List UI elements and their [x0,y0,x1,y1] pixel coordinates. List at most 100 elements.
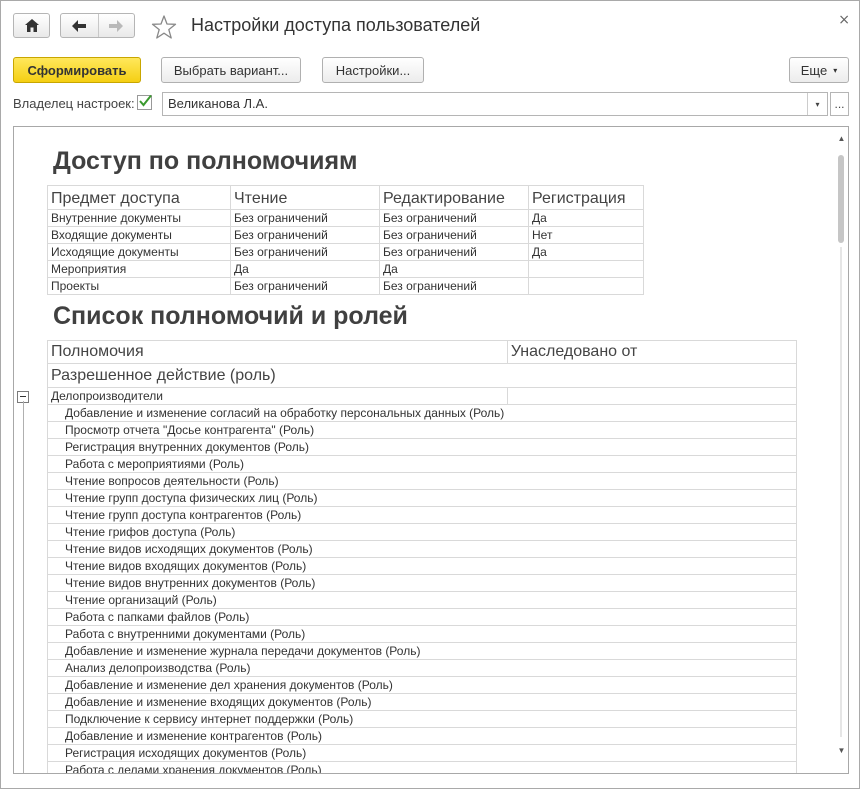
role-inherited [507,404,797,422]
table-row[interactable]: Проекты Без ограничений Без ограничений [47,277,644,295]
table-row[interactable]: Добавление и изменение дел хранения доку… [47,676,797,694]
title-bar: Настройки доступа пользователей × [1,1,859,51]
table-row[interactable]: Чтение организаций (Роль) [47,591,797,609]
table-cell: Без ограничений [230,209,380,227]
close-button[interactable]: × [838,12,850,28]
table-cell: Без ограничений [379,243,529,261]
more-label: Еще [800,62,828,78]
table-row[interactable]: Входящие документы Без ограничений Без огр… [47,226,644,244]
role-name: Просмотр отчета "Досье контрагента" (Рол… [47,421,508,439]
table-cell: Проекты [47,277,231,295]
table-row[interactable]: Подключение к сервису интернет поддержки… [47,710,797,728]
choose-variant-button[interactable]: Выбрать вариант... [161,57,301,83]
table-cell: Да [379,260,529,278]
section-title-roles: Список полномочий и ролей [53,302,408,330]
table-row[interactable]: Работа с внутренними документами (Роль) [47,625,797,643]
checkmark-icon [139,94,152,107]
table-cell [528,277,644,295]
table-cell: Без ограничений [379,277,529,295]
column-header: Полномочия [47,340,508,364]
table-row[interactable]: Чтение видов входящих документов (Роль) [47,557,797,575]
role-inherited [507,472,797,490]
role-name: Работа с делами хранения документов (Рол… [47,761,508,773]
table-row[interactable]: Добавление и изменение контрагентов (Рол… [47,727,797,745]
role-inherited [507,625,797,643]
back-button[interactable] [61,14,98,37]
role-name: Регистрация внутренних документов (Роль) [47,438,508,456]
table-row[interactable]: Чтение видов исходящих документов (Роль) [47,540,797,558]
history-nav [60,13,135,38]
role-name: Чтение видов исходящих документов (Роль) [47,540,508,558]
table-row[interactable]: Исходящие документы Без ограничений Без ог… [47,243,644,261]
owner-input[interactable]: Великанова Л.А. [162,92,828,116]
table-row[interactable]: Работа с делами хранения документов (Рол… [47,761,797,773]
owner-select-button[interactable]: ... [830,92,849,116]
role-name: Добавление и изменение согласий на обраб… [47,404,508,422]
table-row[interactable]: Регистрация исходящих документов (Роль) [47,744,797,762]
table-row[interactable]: Анализ делопроизводства (Роль) [47,659,797,677]
table-row[interactable]: Регистрация внутренних документов (Роль) [47,438,797,456]
column-header: Предмет доступа [47,185,231,210]
arrow-left-icon [72,19,87,32]
column-header: Чтение [230,185,380,210]
table-row[interactable]: Чтение вопросов деятельности (Роль) [47,472,797,490]
role-name: Чтение грифов доступа (Роль) [47,523,508,541]
role-inherited [507,608,797,626]
role-name: Добавление и изменение входящих документ… [47,693,508,711]
role-inherited [507,506,797,524]
role-inherited [507,761,797,773]
role-name: Работа с мероприятиями (Роль) [47,455,508,473]
table-row[interactable]: Добавление и изменение входящих документ… [47,693,797,711]
role-name: Работа с внутренними документами (Роль) [47,625,508,643]
table-row[interactable]: Чтение грифов доступа (Роль) [47,523,797,541]
owner-checkbox[interactable] [137,94,152,110]
table-row[interactable]: Работа с мероприятиями (Роль) [47,455,797,473]
table-cell: Нет [528,226,644,244]
role-name: Анализ делопроизводства (Роль) [47,659,508,677]
role-name: Подключение к сервису интернет поддержки… [47,710,508,728]
table-cell: Да [528,209,644,227]
settings-button[interactable]: Настройки... [322,57,424,83]
column-header: Унаследовано от [506,340,797,364]
scroll-track[interactable] [840,247,842,737]
table-row[interactable]: Добавление и изменение журнала передачи … [47,642,797,660]
scroll-up-icon[interactable]: ▲ [835,131,848,145]
group-row[interactable]: Делопроизводители [47,387,797,405]
table-row[interactable]: Чтение групп доступа физических лиц (Рол… [47,489,797,507]
scroll-thumb[interactable] [838,155,844,243]
table-row[interactable]: Работа с папками файлов (Роль) [47,608,797,626]
table-row[interactable]: Чтение видов внутренних документов (Роль… [47,574,797,592]
role-name: Чтение групп доступа физических лиц (Рол… [47,489,508,507]
role-name: Чтение групп доступа контрагентов (Роль) [47,506,508,524]
group-name: Делопроизводители [47,387,508,405]
vertical-scrollbar[interactable]: ▲ ▼ [835,127,848,773]
owner-dropdown-button[interactable]: ▾ [807,93,827,115]
table-row[interactable]: Чтение групп доступа контрагентов (Роль) [47,506,797,524]
table-header-row: Полномочия Унаследовано от [47,340,797,364]
table-header-row: Предмет доступа Чтение Редактирование Регис… [47,185,644,210]
scroll-down-icon[interactable]: ▼ [835,743,848,757]
table-row[interactable]: Просмотр отчета "Досье контрагента" (Рол… [47,421,797,439]
home-icon [24,19,39,32]
column-header: Редактирование [379,185,529,210]
role-inherited [507,540,797,558]
table-row[interactable]: Добавление и изменение согласий на обраб… [47,404,797,422]
report-area[interactable]: Доступ по полномочиям Предмет доступа Чте… [13,126,849,774]
forward-button[interactable] [97,14,135,37]
home-button[interactable] [13,13,50,38]
table-cell: Внутренние документы [47,209,231,227]
more-menu-button[interactable]: Еще ▾ [789,57,849,83]
table-cell [528,260,644,278]
roles-table: Полномочия Унаследовано от Разрешенное дей… [47,340,797,773]
role-inherited [507,438,797,456]
role-inherited [507,710,797,728]
role-name: Работа с папками файлов (Роль) [47,608,508,626]
table-cell: Без ограничений [379,209,529,227]
table-row[interactable]: Внутренние документы Без ограничений Без о… [47,209,644,227]
table-row[interactable]: Мероприятия Да Да [47,260,644,278]
arrow-right-icon [109,19,124,32]
role-name: Чтение вопросов деятельности (Роль) [47,472,508,490]
star-icon[interactable] [151,14,177,40]
generate-button[interactable]: Сформировать [13,57,141,83]
table-cell: Мероприятия [47,260,231,278]
